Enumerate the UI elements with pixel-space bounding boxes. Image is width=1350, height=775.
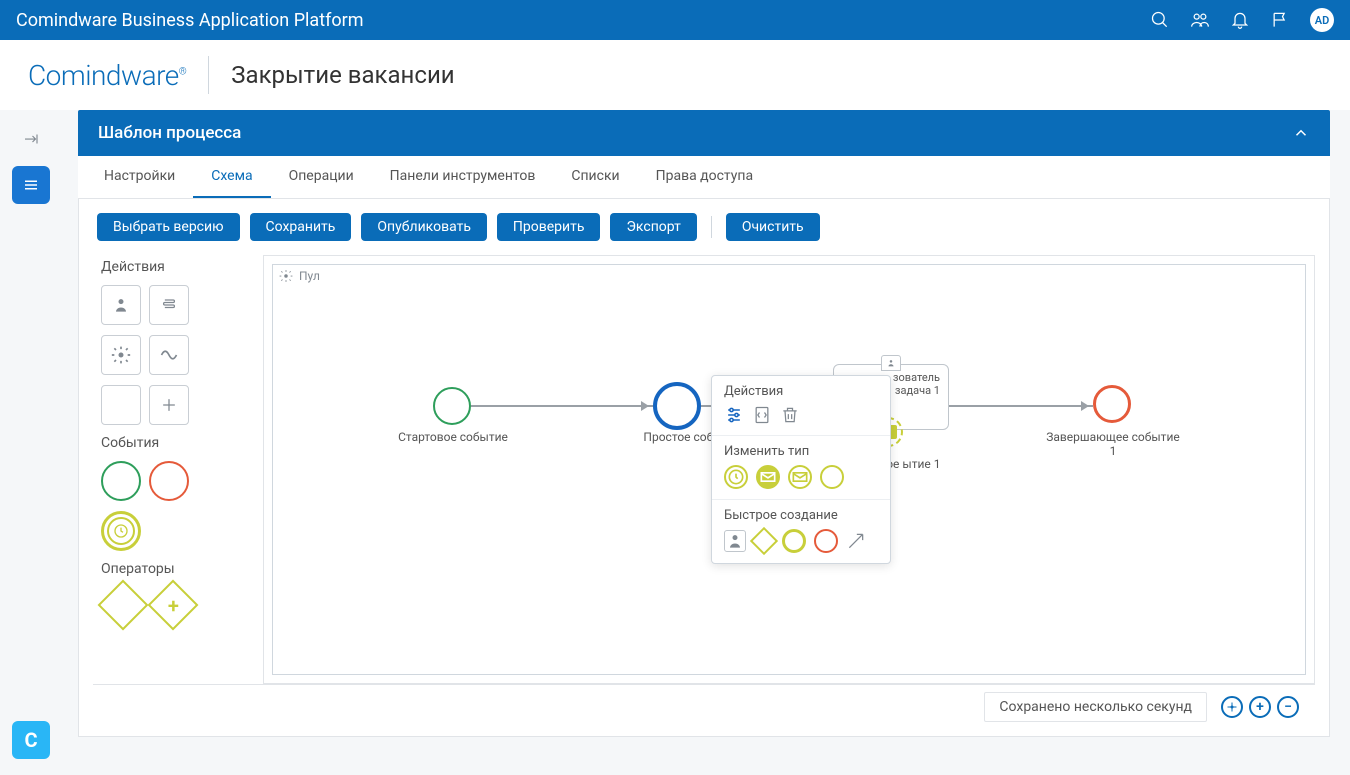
- zoom-out-button[interactable]: −: [1277, 696, 1299, 718]
- arrow-3[interactable]: [949, 405, 1093, 407]
- header-bar: Comindware® Закрытие вакансии: [0, 40, 1350, 110]
- separator: [711, 216, 712, 238]
- page-title: Закрытие вакансии: [231, 61, 454, 89]
- export-button[interactable]: Экспорт: [610, 213, 696, 241]
- clear-button[interactable]: Очистить: [726, 213, 820, 241]
- type-message-throw[interactable]: [788, 465, 812, 489]
- zoom-in-button[interactable]: +: [1249, 696, 1271, 718]
- publish-button[interactable]: Опубликовать: [361, 213, 487, 241]
- bell-icon[interactable]: [1230, 10, 1250, 30]
- tab-lists[interactable]: Списки: [553, 156, 637, 198]
- context-popup: Действия Изменить тип: [711, 375, 891, 564]
- gear-icon: [279, 269, 293, 283]
- divider: [208, 56, 209, 94]
- palette-add-task[interactable]: [149, 385, 189, 425]
- zoom-controls: + −: [1221, 696, 1299, 718]
- start-event-label: Стартовое событие: [383, 430, 523, 444]
- create-gateway[interactable]: [750, 527, 778, 555]
- popup-actions-title: Действия: [724, 384, 878, 399]
- panel-header[interactable]: Шаблон процесса: [78, 110, 1330, 156]
- palette-script-task[interactable]: [149, 285, 189, 325]
- tab-operations[interactable]: Операции: [271, 156, 372, 198]
- comindware-icon[interactable]: C: [12, 721, 50, 759]
- left-rail: C: [0, 110, 62, 775]
- end-event-node[interactable]: [1093, 385, 1131, 423]
- tab-toolbars[interactable]: Панели инструментов: [372, 156, 554, 198]
- palette-timer-event[interactable]: [101, 511, 141, 551]
- panel-title: Шаблон процесса: [98, 123, 241, 143]
- editor: Действия События: [93, 255, 1315, 684]
- chevron-up-icon[interactable]: [1292, 124, 1310, 142]
- user-icon: [881, 355, 901, 371]
- collapse-button[interactable]: [12, 120, 50, 158]
- rail-footer: C: [12, 721, 50, 759]
- create-end[interactable]: [814, 529, 838, 553]
- palette-service-task[interactable]: [101, 335, 141, 375]
- create-intermediate[interactable]: [782, 529, 806, 553]
- palette-gateway-plus[interactable]: +: [148, 580, 199, 631]
- tab-diagram[interactable]: Схема: [193, 156, 270, 198]
- tabs: Настройки Схема Операции Панели инструме…: [78, 156, 1330, 199]
- palette: Действия События: [93, 255, 253, 684]
- save-button[interactable]: Сохранить: [250, 213, 352, 241]
- save-status: Сохранено несколько секунд: [984, 692, 1207, 722]
- type-message-catch[interactable]: [756, 465, 780, 489]
- palette-operators-title: Операторы: [101, 561, 245, 577]
- palette-signal-task[interactable]: [149, 335, 189, 375]
- select-version-button[interactable]: Выбрать версию: [97, 213, 240, 241]
- menu-button[interactable]: [12, 166, 50, 204]
- app-title: Comindware Business Application Platform: [16, 10, 364, 31]
- palette-end-event[interactable]: [149, 461, 189, 501]
- start-event-node[interactable]: [433, 387, 471, 425]
- intermediate-event-node[interactable]: [653, 382, 701, 430]
- flag-icon[interactable]: [1270, 10, 1290, 30]
- palette-user-task[interactable]: [101, 285, 141, 325]
- pool[interactable]: Пул Стартовое событие Простое собы зоват…: [272, 264, 1306, 675]
- palette-actions-title: Действия: [101, 259, 245, 275]
- check-button[interactable]: Проверить: [497, 213, 601, 241]
- palette-events-title: События: [101, 435, 245, 451]
- popup-change-type-title: Изменить тип: [724, 444, 878, 459]
- top-bar: Comindware Business Application Platform…: [0, 0, 1350, 40]
- footer: Сохранено несколько секунд + −: [93, 684, 1315, 728]
- popup-quick-create-title: Быстрое создание: [724, 508, 878, 523]
- trash-icon[interactable]: [780, 405, 800, 425]
- content: Шаблон процесса Настройки Схема Операции…: [62, 110, 1350, 775]
- pool-label: Пул: [279, 269, 320, 283]
- tab-permissions[interactable]: Права доступа: [638, 156, 771, 198]
- settings-icon[interactable]: [724, 405, 744, 425]
- avatar[interactable]: AD: [1310, 8, 1334, 32]
- canvas[interactable]: Пул Стартовое событие Простое собы зоват…: [263, 255, 1315, 684]
- end-event-label: Завершающее событие 1: [1043, 430, 1183, 458]
- type-blank[interactable]: [820, 465, 844, 489]
- tab-settings[interactable]: Настройки: [86, 156, 193, 198]
- create-user-task[interactable]: [724, 530, 746, 552]
- script-icon[interactable]: [752, 405, 772, 425]
- search-icon[interactable]: [1150, 10, 1170, 30]
- zoom-fit-button[interactable]: [1221, 696, 1243, 718]
- palette-gateway[interactable]: [98, 580, 149, 631]
- logo: Comindware®: [28, 59, 186, 92]
- main: C Шаблон процесса Настройки Схема Операц…: [0, 110, 1350, 775]
- topbar-actions: AD: [1150, 8, 1334, 32]
- palette-start-event[interactable]: [101, 461, 141, 501]
- users-icon[interactable]: [1190, 10, 1210, 30]
- workspace: Выбрать версию Сохранить Опубликовать Пр…: [78, 199, 1330, 737]
- action-buttons: Выбрать версию Сохранить Опубликовать Пр…: [97, 213, 1315, 241]
- arrow-1[interactable]: [471, 405, 653, 407]
- create-arrow[interactable]: [846, 531, 866, 551]
- type-timer[interactable]: [724, 465, 748, 489]
- palette-blank-task[interactable]: [101, 385, 141, 425]
